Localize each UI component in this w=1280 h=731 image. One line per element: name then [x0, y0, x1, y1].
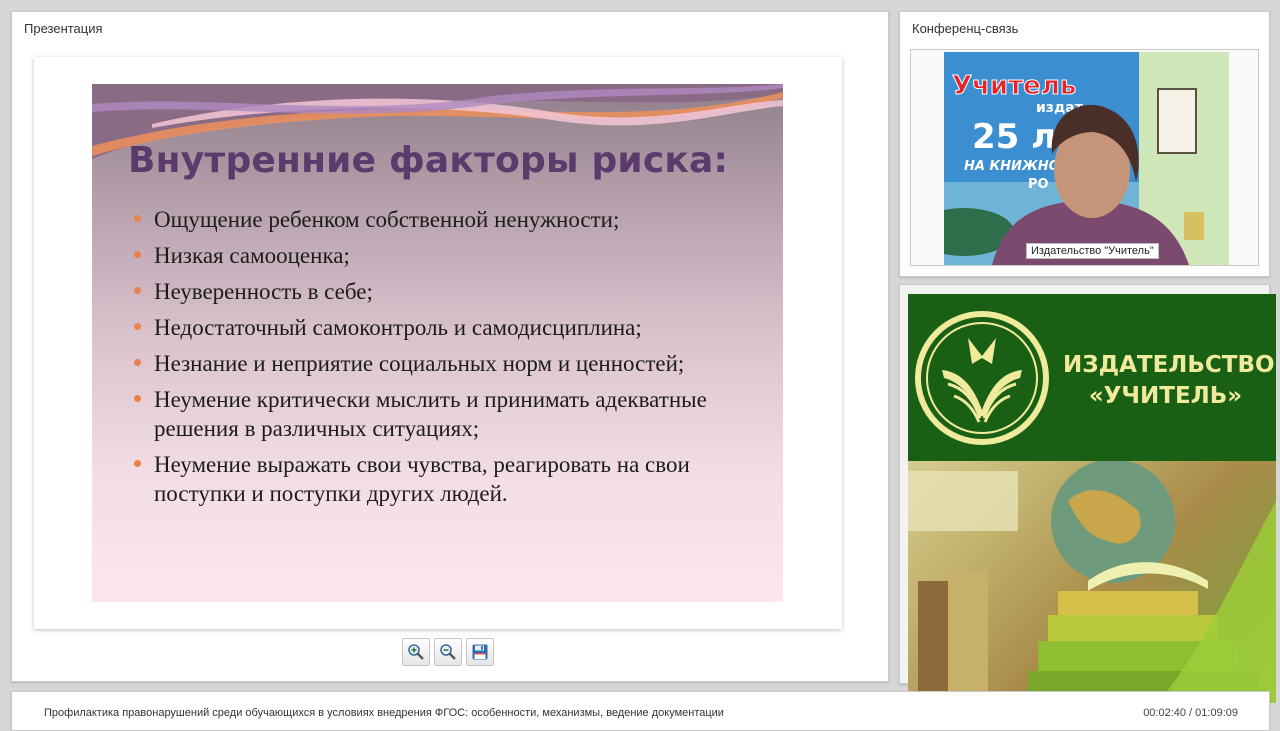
zoom-out-icon	[440, 644, 456, 660]
slide-toolbar	[402, 638, 494, 668]
poster-text: РО	[1028, 177, 1049, 192]
slide-bullet-text: Неумение выражать свои чувства, реагиров…	[154, 452, 690, 506]
slide-bullet: Ощущение ребенком собственной ненужности…	[134, 205, 774, 234]
poster-text: Учитель	[952, 71, 1076, 101]
conference-panel-title: Конференц-связь	[912, 21, 1019, 36]
slide-bullet-text: Низкая самооценка;	[154, 243, 350, 268]
presentation-panel-title: Презентация	[24, 21, 103, 36]
slide-heading: Внутренние факторы риска:	[128, 140, 729, 181]
slide-bullet: Неуверенность в себе;	[134, 277, 774, 306]
slide-bullet-list: Ощущение ребенком собственной ненужности…	[134, 205, 774, 515]
bullet-dot-icon	[134, 395, 141, 402]
slide-bullet-text: Незнание и неприятие социальных норм и ц…	[154, 351, 685, 376]
publisher-name-line1: ИЗДАТЕЛЬСТВО	[1063, 352, 1275, 378]
save-button[interactable]	[466, 638, 494, 666]
slide-bullet: Неумение критически мыслить и принимать …	[134, 385, 774, 443]
slide: Внутренние факторы риска: Ощущение ребен…	[92, 84, 783, 602]
webcam-video[interactable]: Учитель издат 25 ле НА КНИЖНОМ РО Издате…	[944, 52, 1229, 265]
slide-bullet-text: Недостаточный самоконтроль и самодисципл…	[154, 315, 642, 340]
conference-panel: Конференц-связь Учитель издат 25 ле НА К…	[899, 11, 1270, 277]
slide-bullet: Незнание и неприятие социальных норм и ц…	[134, 349, 774, 378]
bullet-dot-icon	[134, 323, 141, 330]
publisher-banner-image	[908, 459, 1276, 703]
zoom-in-button[interactable]	[402, 638, 430, 666]
bullet-dot-icon	[134, 215, 141, 222]
video-frame: Учитель издат 25 ле НА КНИЖНОМ РО Издате…	[910, 49, 1259, 266]
slide-bullet: Низкая самооценка;	[134, 241, 774, 270]
slide-bullet-text: Неуверенность в себе;	[154, 279, 373, 304]
slide-bullet-text: Ощущение ребенком собственной ненужности…	[154, 207, 620, 232]
publisher-banner-header: ИЗДАТЕЛЬСТВО «УЧИТЕЛЬ»	[908, 294, 1276, 461]
webinar-title: Профилактика правонарушений среди обучаю…	[44, 707, 724, 719]
slide-bullet: Неумение выражать свои чувства, реагиров…	[134, 450, 774, 508]
slide-bullet: Недостаточный самоконтроль и самодисципл…	[134, 313, 774, 342]
bullet-dot-icon	[134, 359, 141, 366]
slide-bullet-text: Неумение критически мыслить и принимать …	[154, 387, 707, 441]
playback-time: 00:02:40 / 01:09:09	[1143, 707, 1238, 719]
publisher-logo-icon	[915, 311, 1049, 445]
bullet-dot-icon	[134, 251, 141, 258]
publisher-banner: ИЗДАТЕЛЬСТВО «УЧИТЕЛЬ»	[908, 294, 1276, 703]
zoom-out-button[interactable]	[434, 638, 462, 666]
publisher-name: ИЗДАТЕЛЬСТВО «УЧИТЕЛЬ»	[1063, 350, 1275, 412]
webcam-scene: Учитель издат 25 ле НА КНИЖНОМ РО	[944, 52, 1229, 265]
bullet-dot-icon	[134, 460, 141, 467]
footer-bar: Профилактика правонарушений среди обучаю…	[11, 691, 1270, 731]
video-caption: Издательство "Учитель"	[1026, 243, 1159, 259]
slide-frame: Внутренние факторы риска: Ощущение ребен…	[34, 57, 842, 629]
floppy-disk-icon	[472, 644, 488, 660]
zoom-in-icon	[408, 644, 424, 660]
presentation-panel: Презентация Внутренние факторы риска: Ощ…	[11, 11, 889, 682]
publisher-name-line2: «УЧИТЕЛЬ»	[1088, 383, 1243, 409]
bullet-dot-icon	[134, 287, 141, 294]
side-panel: ИЗДАТЕЛЬСТВО «УЧИТЕЛЬ»	[899, 284, 1276, 703]
books-and-globe-illustration	[908, 459, 1276, 703]
